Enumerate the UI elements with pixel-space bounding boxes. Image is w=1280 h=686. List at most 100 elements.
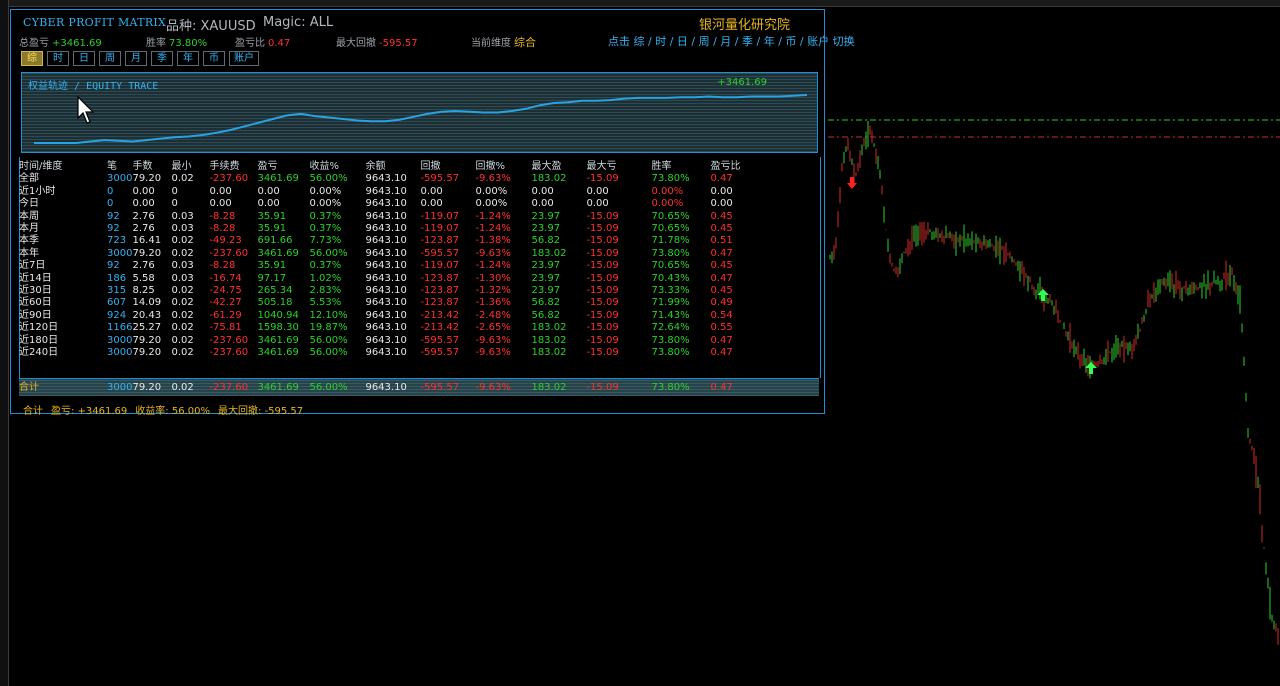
table-cell: -15.09 — [586, 223, 619, 235]
table-cell: 723 — [107, 235, 127, 247]
table-cell: -1.24% — [475, 210, 511, 222]
table-cell: 近30日 — [19, 285, 52, 297]
col-header-6: 收益% — [309, 161, 339, 172]
table-cell: -213.42 — [420, 322, 460, 334]
table-cell: 9643.10 — [365, 247, 407, 259]
table-cell: 1040.94 — [257, 309, 299, 321]
tab-0[interactable]: 综 — [21, 51, 43, 66]
table-cell: 0.02 — [171, 334, 194, 346]
total-cell: 3000 — [107, 382, 133, 393]
table-cell: 23.97 — [531, 260, 561, 272]
tab-2[interactable]: 日 — [73, 51, 95, 66]
buy-arrow-icon — [1037, 289, 1049, 301]
table-cell: 0.45 — [710, 223, 733, 235]
profit-matrix-panel: CYBER PROFIT MATRIX 品种: XAUUSD Magic: AL… — [10, 9, 855, 417]
table-cell: 0 — [107, 198, 114, 210]
table-cell: -15.09 — [586, 260, 619, 272]
col-header-1: 笔 — [107, 161, 117, 172]
table-cell: -595.57 — [420, 247, 460, 259]
table-cell: 9643.10 — [365, 347, 407, 359]
table-cell: 9643.10 — [365, 198, 407, 210]
table-cell: 35.91 — [257, 223, 287, 235]
table-cell: -15.09 — [586, 322, 619, 334]
tab-1[interactable]: 时 — [47, 51, 69, 66]
table-cell: 23.97 — [531, 272, 561, 284]
table-cell: 183.02 — [531, 322, 567, 334]
table-cell: -1.30% — [475, 272, 511, 284]
table-row: 本周 92 2.76 0.03 -8.28 35.91 0.37% 9643.10 -119.0… — [19, 211, 760, 223]
plratio-value: 0.47 — [268, 38, 291, 49]
table-cell: -15.09 — [586, 272, 619, 284]
table-cell: 7.73% — [309, 235, 342, 247]
total-cell: 9643.10 — [365, 382, 407, 393]
table-cell: 0.45 — [710, 210, 733, 222]
table-cell: 0 — [107, 185, 114, 197]
table-row: 近60日 607 14.09 0.02 -42.27 505.18 5.53% 9643.10… — [19, 297, 760, 309]
maxdd-value: -595.57 — [379, 38, 418, 49]
table-cell: 0.00 — [132, 198, 155, 210]
table-row: 近30日 315 8.25 0.02 -24.75 265.34 2.83% 9643.10 -… — [19, 285, 760, 297]
table-cell: -8.28 — [209, 210, 236, 222]
tab-6[interactable]: 年 — [177, 51, 199, 66]
table-cell: 0.03 — [171, 223, 194, 235]
table-cell: 近120日 — [19, 322, 59, 334]
col-header-12: 胜率 — [651, 161, 672, 172]
table-cell: -2.48% — [475, 309, 511, 321]
table-cell: 0.37% — [309, 210, 342, 222]
table-cell: 0.45 — [710, 260, 733, 272]
tab-8[interactable]: 账户 — [229, 51, 259, 66]
table-cell: -75.81 — [209, 322, 242, 334]
table-cell: 0.00 — [257, 198, 280, 210]
table-cell: 9643.10 — [365, 272, 407, 284]
dimension-value: 综合 — [514, 36, 536, 49]
table-cell: 3461.69 — [257, 173, 299, 185]
tab-4[interactable]: 月 — [125, 51, 147, 66]
table-cell: 本周 — [19, 210, 39, 222]
table-cell: 3461.69 — [257, 347, 299, 359]
table-cell: 0 — [171, 185, 178, 197]
tab-7[interactable]: 币 — [203, 51, 225, 66]
table-cell: -15.09 — [586, 297, 619, 309]
table-cell: 56.00% — [309, 334, 348, 346]
table-cell: -119.07 — [420, 210, 460, 222]
table-cell: 0.03 — [171, 272, 194, 284]
table-cell: 0.00% — [651, 185, 684, 197]
table-cell: 1598.30 — [257, 322, 299, 334]
table-cell: -15.09 — [586, 334, 619, 346]
table-cell: -2.65% — [475, 322, 511, 334]
table-cell: 79.20 — [132, 247, 162, 259]
table-cell: 近180日 — [19, 334, 59, 346]
table-cell: 9643.10 — [365, 185, 407, 197]
table-cell: 0.00 — [710, 198, 733, 210]
symbol-label: 品种: XAUUSD — [166, 19, 256, 34]
table-cell: -213.42 — [420, 309, 460, 321]
magic-label: Magic: ALL — [263, 15, 334, 30]
table-cell: 12.10% — [309, 309, 348, 321]
dimension-stat: 当前维度 综合 — [471, 34, 536, 50]
table-cell: 183.02 — [531, 173, 567, 185]
table-cell: 0.00 — [586, 185, 609, 197]
table-cell: -595.57 — [420, 347, 460, 359]
table-cell: 315 — [107, 285, 127, 297]
table-cell: -15.09 — [586, 309, 619, 321]
maxdd-stat: 最大回撤 -595.57 — [336, 34, 418, 49]
table-cell: 近90日 — [19, 309, 52, 321]
table-cell: 2.76 — [132, 210, 155, 222]
table-cell: 0.00% — [475, 185, 508, 197]
table-cell: -15.09 — [586, 247, 619, 259]
table-cell: -595.57 — [420, 173, 460, 185]
table-cell: 0.02 — [171, 347, 194, 359]
table-cell: 0.49 — [710, 297, 733, 309]
table-cell: 0.00 — [531, 198, 554, 210]
winrate-label: 胜率 — [146, 38, 166, 49]
table-cell: 近240日 — [19, 347, 59, 359]
table-cell: 0.47 — [710, 247, 733, 259]
table-cell: 0.00 — [132, 185, 155, 197]
tab-5[interactable]: 季 — [151, 51, 173, 66]
table-cell: 70.65% — [651, 210, 690, 222]
total-row: 合计 3000 79.20 0.02 -237.60 3461.69 56.00% 9643.… — [19, 382, 760, 394]
tab-3[interactable]: 周 — [99, 51, 121, 66]
table-cell: -16.74 — [209, 272, 242, 284]
table-row: 本月 92 2.76 0.03 -8.28 35.91 0.37% 9643.10 -119.0… — [19, 223, 760, 235]
stats-table: 时间/维度 笔 手数 最小 手续费 盈亏 收益% 余额 回撤 回撤% 最大盈 最大亏 胜率 盈亏比 全部 3… — [19, 161, 760, 360]
